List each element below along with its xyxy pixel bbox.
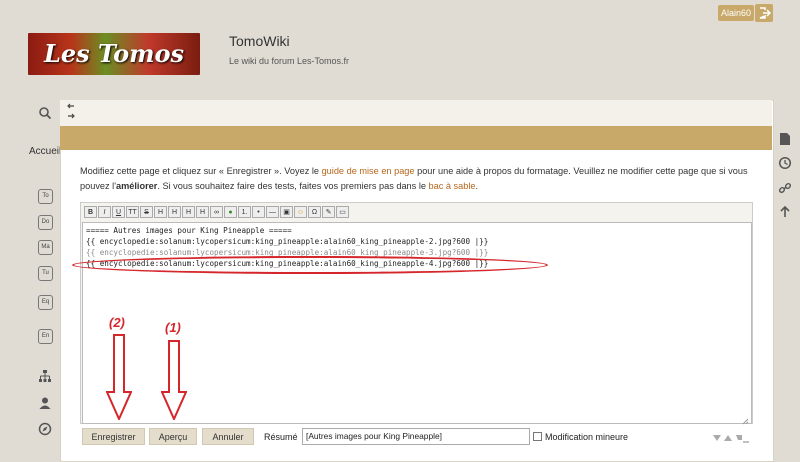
italic-button[interactable]: I — [98, 206, 111, 218]
unordered-list-button[interactable]: • — [252, 206, 265, 218]
history-icon[interactable] — [778, 156, 792, 173]
signature-button[interactable]: ✎ — [322, 206, 335, 218]
link-icon[interactable] — [778, 181, 792, 198]
arrow-up-icon[interactable] — [778, 205, 792, 222]
resize-arrows-icon — [713, 435, 749, 443]
user-profile-button[interactable]: Alain60 — [718, 5, 755, 21]
arrow-down-icon — [106, 334, 132, 420]
cancel-button[interactable]: Annuler — [202, 428, 254, 445]
external-link-button[interactable]: ● — [224, 206, 237, 218]
page-title-bar — [60, 126, 772, 150]
sidebar-item-to[interactable]: To — [38, 189, 53, 204]
insert-button[interactable]: ▭ — [336, 206, 349, 218]
page-icon[interactable] — [778, 132, 792, 149]
ordered-list-button[interactable]: 1. — [238, 206, 251, 218]
compass-icon[interactable] — [38, 422, 52, 436]
edit-intro: Modifiez cette page et cliquez sur « Enr… — [80, 164, 750, 194]
minor-edit-checkbox[interactable] — [533, 432, 542, 441]
editor-line: {{ encyclopedie:solanum:lycopersicum:kin… — [86, 237, 489, 246]
heading-menu-button[interactable]: H — [196, 206, 209, 218]
sidebar-item-eq[interactable]: Eq — [38, 295, 53, 310]
logout-icon — [759, 7, 772, 19]
site-title[interactable]: TomoWiki — [229, 33, 290, 49]
smiley-button[interactable]: ☺ — [294, 206, 307, 218]
special-chars-button[interactable]: Ω — [308, 206, 321, 218]
site-logo[interactable]: Les Tomos — [28, 33, 200, 75]
search-icon[interactable] — [38, 106, 52, 120]
heading-higher-button[interactable]: H — [182, 206, 195, 218]
sidebar-item-ma[interactable]: Ma — [38, 240, 53, 255]
preview-button[interactable]: Aperçu — [149, 428, 197, 445]
improve-emphasis: améliorer — [115, 181, 158, 191]
logout-button[interactable] — [755, 4, 773, 22]
annotation-1: (1) — [165, 320, 181, 335]
site-subtitle: Le wiki du forum Les-Tomos.fr — [229, 56, 350, 66]
highlight-ellipse — [72, 256, 548, 274]
intro-text: Modifiez cette page et cliquez sur « Enr… — [80, 166, 322, 176]
strike-button[interactable]: S — [140, 206, 153, 218]
panel-header — [60, 100, 772, 126]
logo-text: Les Tomos — [43, 39, 185, 68]
intro-text: . Si vous souhaitez faire des tests, fai… — [157, 181, 429, 191]
heading-same-button[interactable]: H — [154, 206, 167, 218]
user-icon[interactable] — [38, 396, 52, 410]
resize-handle[interactable] — [741, 412, 749, 425]
editor-toolbar: B I U TT S H H H H ∞ ● 1. • — ▣ ☺ Ω ✎ ▭ — [84, 206, 349, 218]
hr-button[interactable]: — — [266, 206, 279, 218]
arrow-down-icon — [161, 340, 187, 420]
sitemap-icon[interactable] — [38, 369, 52, 383]
heading-lower-button[interactable]: H — [168, 206, 181, 218]
annotation-2: (2) — [109, 315, 125, 330]
sidebar-item-do[interactable]: Do — [38, 215, 53, 230]
sidebar-home-link[interactable]: Accueil — [29, 146, 61, 157]
underline-button[interactable]: U — [112, 206, 125, 218]
sidebar-item-en[interactable]: En — [38, 329, 53, 344]
sidebar-item-tu[interactable]: Tu — [38, 266, 53, 281]
media-button[interactable]: ▣ — [280, 206, 293, 218]
bold-button[interactable]: B — [84, 206, 97, 218]
toggle-sidebar-icon[interactable] — [66, 103, 76, 123]
internal-link-button[interactable]: ∞ — [210, 206, 223, 218]
summary-label: Résumé — [264, 432, 298, 442]
minor-edit-label: Modification mineure — [545, 432, 629, 442]
editor-size-controls[interactable] — [712, 430, 750, 448]
monospace-button[interactable]: TT — [126, 206, 139, 218]
save-button[interactable]: Enregistrer — [82, 428, 145, 445]
format-guide-link[interactable]: guide de mise en page — [322, 166, 415, 176]
summary-input[interactable]: [Autres images pour King Pineapple] — [302, 428, 530, 445]
intro-text: . — [475, 181, 479, 191]
sandbox-link[interactable]: bac à sable — [429, 181, 476, 191]
editor-line: ===== Autres images pour King Pineapple … — [86, 226, 292, 235]
